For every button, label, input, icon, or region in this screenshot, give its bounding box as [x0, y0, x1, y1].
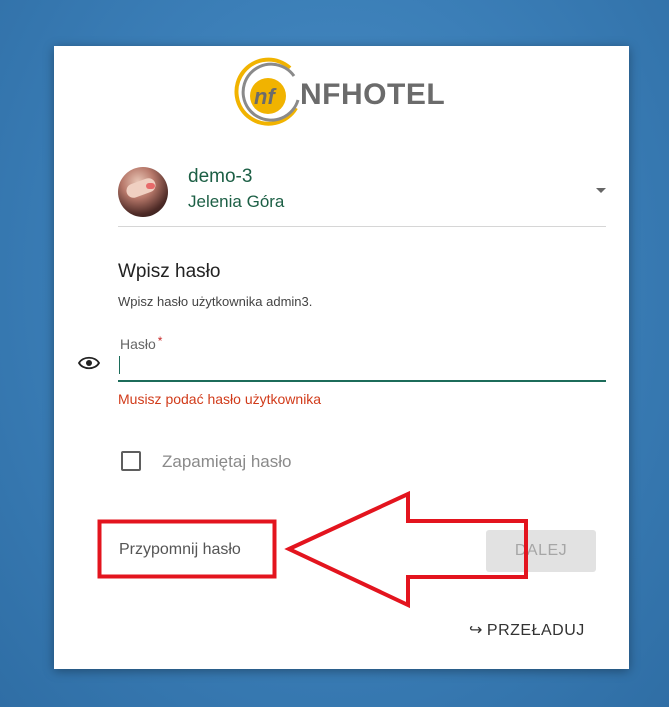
nfhotel-logo: nf NFHOTEL: [230, 56, 454, 132]
password-error: Musisz podać hasło użytkownika: [118, 391, 322, 407]
password-field: Hasło *: [118, 334, 610, 382]
password-input[interactable]: [118, 352, 610, 382]
avatar: [118, 167, 168, 217]
svg-text:nf: nf: [254, 84, 277, 109]
account-name: demo-3: [188, 166, 253, 187]
step-title: Wpisz hasło: [118, 261, 221, 282]
divider: [118, 226, 606, 227]
remember-label[interactable]: Zapamiętaj hasło: [162, 452, 291, 472]
remember-checkbox[interactable]: [121, 451, 141, 471]
login-card: nf NFHOTEL demo-3 Jelenia Góra Wpisz has…: [54, 46, 629, 669]
dropdown-caret-icon[interactable]: [596, 188, 606, 193]
logo-mark: nf: [234, 57, 300, 126]
eye-icon[interactable]: [77, 352, 101, 374]
reload-label: PRZEŁADUJ: [486, 622, 585, 639]
reload-button[interactable]: ↪ PRZEŁADUJ: [469, 620, 585, 640]
required-mark: *: [157, 334, 163, 348]
account-selector[interactable]: demo-3 Jelenia Góra: [118, 164, 606, 226]
step-subtitle: Wpisz hasło użytkownika admin3.: [118, 294, 313, 309]
logo-text: NFHOTEL: [300, 78, 446, 111]
password-label: Hasło *: [120, 334, 163, 352]
next-button[interactable]: DALEJ: [486, 530, 596, 572]
text-cursor: [119, 356, 120, 374]
reload-arrow-icon: ↪: [469, 622, 483, 639]
account-location: Jelenia Góra: [188, 192, 285, 211]
remind-password-link[interactable]: Przypomnij hasło: [119, 541, 241, 559]
password-underline: [118, 380, 606, 382]
